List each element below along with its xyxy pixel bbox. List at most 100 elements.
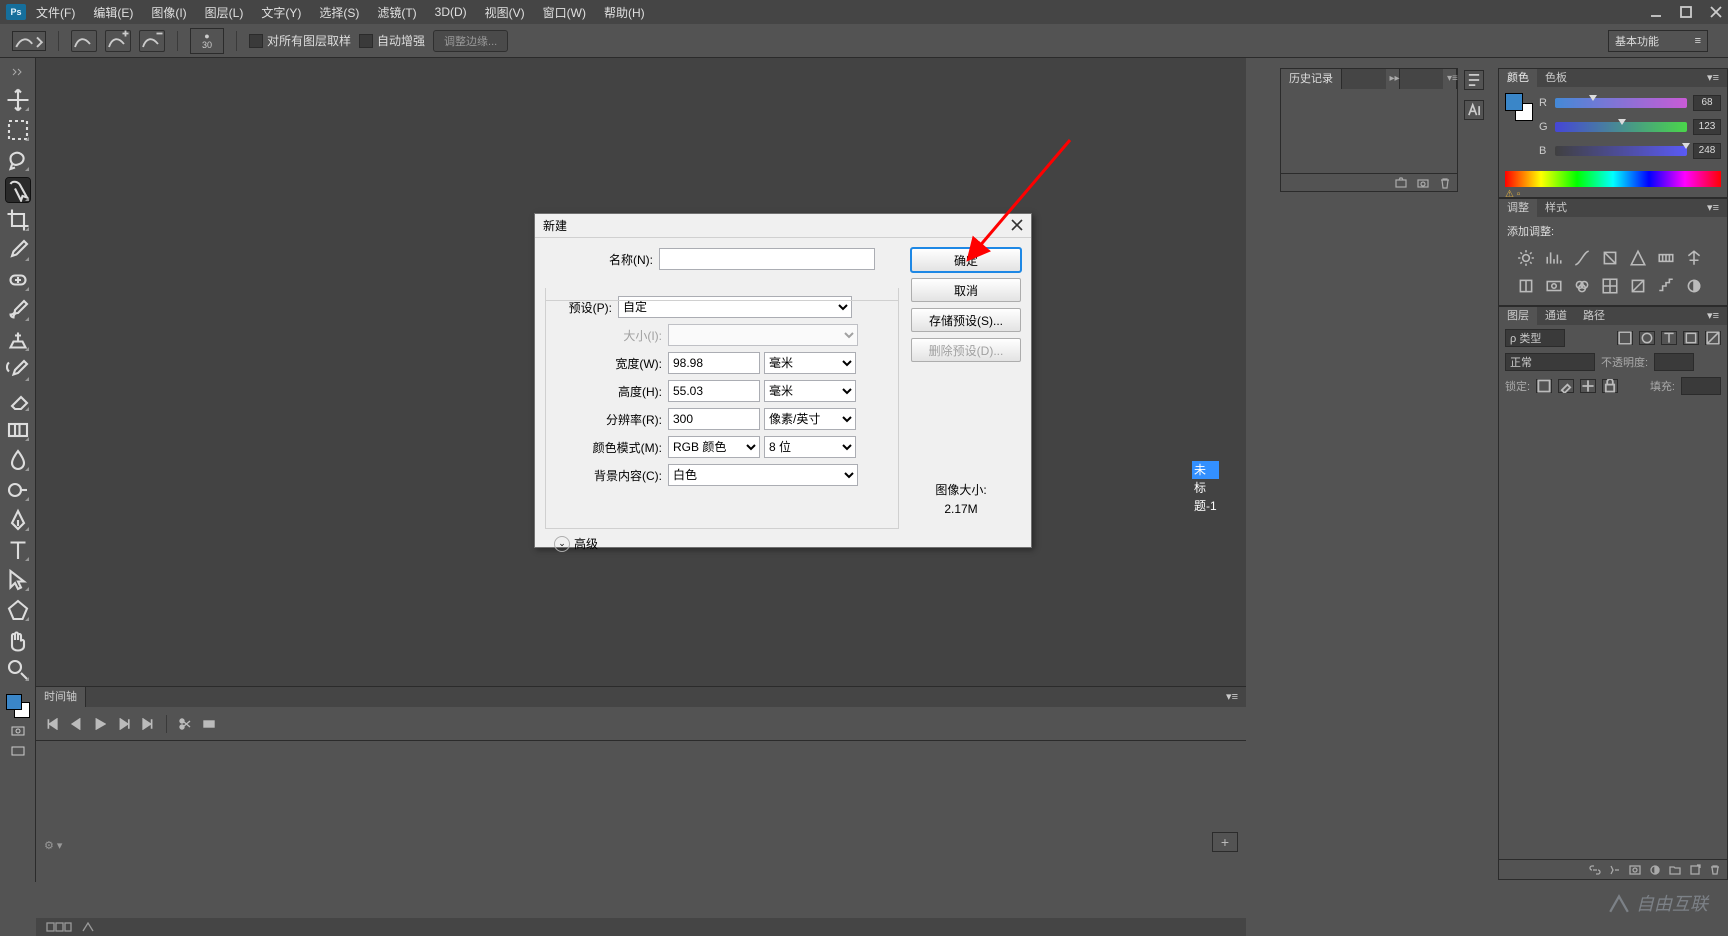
type-tool[interactable]	[6, 538, 30, 562]
goto-first-icon[interactable]	[46, 718, 58, 730]
lock-all-icon[interactable]	[1602, 379, 1618, 393]
camera-icon[interactable]	[1417, 177, 1429, 189]
advanced-toggle[interactable]: ⌄高级	[554, 535, 598, 552]
channelmixer-icon[interactable]	[1573, 277, 1591, 295]
history-brush-tool[interactable]	[6, 358, 30, 382]
g-value[interactable]: 123	[1693, 119, 1721, 135]
prev-frame-icon[interactable]	[70, 718, 82, 730]
menu-layer[interactable]: 图层(L)	[205, 4, 244, 21]
clone-stamp-tool[interactable]	[6, 328, 30, 352]
new-group-icon[interactable]	[1669, 864, 1681, 876]
lock-pixels-icon[interactable]	[1536, 379, 1552, 393]
filter-image-icon[interactable]	[1617, 331, 1633, 345]
shape-tool[interactable]	[6, 598, 30, 622]
sample-all-layers-checkbox[interactable]: 对所有图层取样	[249, 32, 351, 49]
new-snapshot-icon[interactable]	[1395, 177, 1407, 189]
layer-fx-icon[interactable]	[1609, 864, 1621, 876]
crop-tool[interactable]	[6, 208, 30, 232]
filter-smart-icon[interactable]	[1705, 331, 1721, 345]
window-close-icon[interactable]	[1710, 6, 1722, 18]
r-slider[interactable]	[1555, 98, 1687, 108]
invert-icon[interactable]	[1629, 277, 1647, 295]
healing-brush-tool[interactable]	[6, 268, 30, 292]
link-layers-icon[interactable]	[1589, 864, 1601, 876]
character-panel-icon[interactable]	[1464, 100, 1484, 120]
new-selection-icon[interactable]	[71, 30, 97, 52]
width-unit-select[interactable]: 毫米	[764, 352, 856, 374]
resolution-input[interactable]	[668, 408, 760, 430]
color-menu-icon[interactable]: ▾≡	[1699, 69, 1727, 87]
save-preset-button[interactable]: 存储预设(S)...	[911, 308, 1021, 332]
width-input[interactable]	[668, 352, 760, 374]
blend-mode-select[interactable]: 正常	[1505, 353, 1595, 371]
b-slider[interactable]	[1555, 146, 1687, 156]
menu-select[interactable]: 选择(S)	[319, 4, 359, 21]
b-value[interactable]: 248	[1693, 143, 1721, 159]
hand-tool[interactable]	[6, 628, 30, 652]
name-input[interactable]	[659, 248, 875, 270]
cancel-button[interactable]: 取消	[911, 278, 1021, 302]
history-menu-icon[interactable]: ▾≡	[1443, 69, 1457, 89]
blur-tool[interactable]	[6, 448, 30, 472]
window-maximize-icon[interactable]	[1680, 6, 1692, 18]
height-unit-select[interactable]: 毫米	[764, 380, 856, 402]
timeline-tab[interactable]: 时间轴	[36, 687, 86, 707]
r-value[interactable]: 68	[1693, 95, 1721, 111]
eyedropper-tool[interactable]	[6, 238, 30, 262]
exposure-icon[interactable]	[1601, 249, 1619, 267]
timeline-menu-icon[interactable]: ▾≡	[1218, 687, 1246, 707]
timeline-mode-icon[interactable]	[46, 922, 72, 932]
dialog-close-icon[interactable]	[1009, 217, 1025, 233]
history-collapse-icon[interactable]: ▸▸	[1386, 69, 1400, 89]
history-tab[interactable]: 历史记录	[1281, 69, 1342, 89]
delete-layer-icon[interactable]	[1709, 864, 1721, 876]
menu-type[interactable]: 文字(Y)	[261, 4, 301, 21]
photofilter-icon[interactable]	[1545, 277, 1563, 295]
trash-icon[interactable]	[1439, 177, 1451, 189]
tool-preset-picker[interactable]	[12, 31, 46, 51]
brush-tool[interactable]	[6, 298, 30, 322]
g-slider[interactable]	[1555, 122, 1687, 132]
brightness-icon[interactable]	[1517, 249, 1535, 267]
collapse-toolbox-icon[interactable]	[1, 68, 35, 78]
colorlookup-icon[interactable]	[1601, 277, 1619, 295]
scissors-icon[interactable]	[179, 718, 191, 730]
refine-edge-button[interactable]: 调整边缘...	[433, 30, 508, 52]
auto-enhance-checkbox[interactable]: 自动增强	[359, 32, 425, 49]
opacity-field[interactable]	[1654, 353, 1694, 371]
menu-3d[interactable]: 3D(D)	[435, 5, 467, 19]
filter-type-icon[interactable]	[1661, 331, 1677, 345]
styles-tab[interactable]: 样式	[1537, 199, 1575, 217]
ok-button[interactable]: 确定	[911, 248, 1021, 272]
zoom-tool[interactable]	[6, 658, 30, 682]
move-tool[interactable]	[6, 88, 30, 112]
menu-image[interactable]: 图像(I)	[151, 4, 186, 21]
layers-tab[interactable]: 图层	[1499, 307, 1537, 325]
window-minimize-icon[interactable]	[1650, 6, 1662, 18]
adjust-tab[interactable]: 调整	[1499, 199, 1537, 217]
menu-window[interactable]: 窗口(W)	[543, 4, 586, 21]
goto-last-icon[interactable]	[142, 718, 154, 730]
panel-fg-bg-color[interactable]	[1505, 93, 1533, 121]
channels-tab[interactable]: 通道	[1537, 307, 1575, 325]
lock-position-icon[interactable]	[1580, 379, 1596, 393]
add-track-button[interactable]: +	[1212, 832, 1238, 852]
layer-filter-select[interactable]: ρ 类型	[1505, 329, 1565, 347]
adjust-menu-icon[interactable]: ▾≡	[1699, 199, 1727, 217]
render-icon[interactable]	[82, 922, 94, 932]
dodge-tool[interactable]	[6, 478, 30, 502]
subtract-selection-icon[interactable]	[139, 30, 165, 52]
gradient-tool[interactable]	[6, 418, 30, 442]
screen-mode-icon[interactable]	[9, 744, 27, 758]
curves-icon[interactable]	[1573, 249, 1591, 267]
next-frame-icon[interactable]	[118, 718, 130, 730]
height-input[interactable]	[668, 380, 760, 402]
hue-icon[interactable]	[1657, 249, 1675, 267]
eraser-tool[interactable]	[6, 388, 30, 412]
color-tab[interactable]: 颜色	[1499, 69, 1537, 87]
menu-edit[interactable]: 编辑(E)	[93, 4, 133, 21]
posterize-icon[interactable]	[1657, 277, 1675, 295]
preset-select[interactable]: 自定	[618, 296, 852, 318]
pen-tool[interactable]	[6, 508, 30, 532]
fg-bg-color[interactable]	[6, 694, 30, 718]
